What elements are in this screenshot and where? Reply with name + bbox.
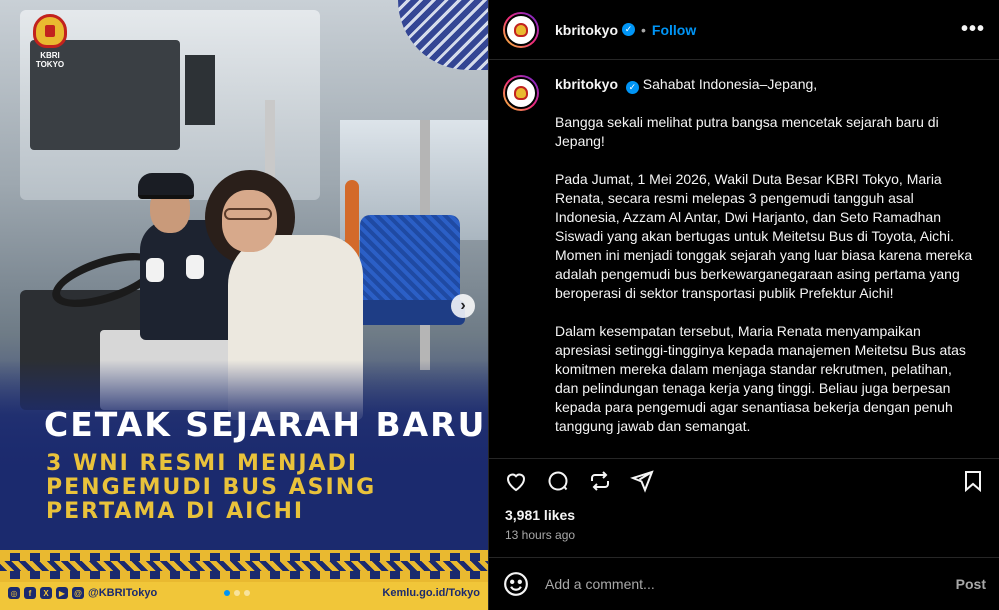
send-icon: [630, 469, 654, 493]
bookmark-icon: [965, 470, 981, 492]
woman-face: [222, 190, 277, 252]
comment-button[interactable]: [545, 468, 571, 494]
image-subline: 3 WNI RESMI MENJADI: [46, 451, 359, 476]
caption-paragraph: Dalam kesempatan tersebut, Maria Renata …: [555, 323, 966, 434]
post-comment-button[interactable]: Post: [956, 576, 986, 592]
bus-fare-box: [185, 55, 215, 125]
driver-cap: [138, 173, 194, 199]
comment-input[interactable]: [545, 576, 956, 592]
post-panel: kbritokyo ✓ • Follow ••• kbritokyo ✓ Sah…: [488, 0, 999, 610]
image-subline: PERTAMA DI AICHI: [46, 499, 305, 524]
carousel-dot: [244, 590, 250, 596]
next-image-button[interactable]: ›: [451, 294, 475, 318]
songket-border: [0, 550, 488, 582]
caption: kbritokyo ✓ Sahabat Indonesia–Jepang, Ba…: [489, 61, 999, 457]
caption-paragraph: Pada Jumat, 1 Mei 2026, Wakil Duta Besar…: [555, 171, 973, 301]
verified-badge-icon: ✓: [622, 23, 636, 36]
caption-first-line: kbritokyo ✓ Sahabat Indonesia–Jepang,: [555, 75, 975, 94]
comment-bar: Post: [489, 557, 999, 610]
repost-icon: [591, 470, 609, 491]
username-link[interactable]: kbritokyo: [555, 22, 618, 38]
facebook-icon: f: [24, 587, 36, 599]
image-subline: PENGEMUDI BUS ASING: [46, 475, 377, 500]
caption-text: kbritokyo ✓ Sahabat Indonesia–Jepang, Ba…: [555, 75, 975, 457]
garuda-emblem-icon: [514, 22, 528, 37]
carousel-dot: [234, 590, 240, 596]
footer-site: Kemlu.go.id/Tokyo: [382, 587, 480, 599]
more-options-icon[interactable]: •••: [961, 18, 985, 41]
separator-dot: •: [641, 21, 646, 38]
image-headline: CETAK SEJARAH BARU: [44, 405, 487, 444]
logo-text: KBRI TOKYO: [35, 51, 65, 69]
emoji-icon[interactable]: [503, 571, 529, 597]
carousel-dot: [224, 590, 230, 596]
footer-handle: @KBRITokyo: [88, 587, 158, 599]
caption-paragraph: Bangga sekali melihat putra bangsa mence…: [555, 114, 939, 149]
garuda-emblem-icon: [33, 14, 67, 48]
verified-badge-icon: ✓: [625, 81, 639, 94]
social-handles: ◎ f X ▶ @ @KBRITokyo: [8, 587, 157, 599]
instagram-icon: ◎: [8, 587, 20, 599]
follow-button[interactable]: Follow: [652, 22, 696, 38]
chevron-right-icon: ›: [460, 297, 466, 314]
glasses: [224, 208, 272, 220]
share-button[interactable]: [629, 468, 655, 494]
caption-username[interactable]: kbritokyo: [555, 76, 618, 92]
threads-icon: @: [72, 587, 84, 599]
action-bar: [489, 458, 999, 496]
batik-pattern: [398, 0, 488, 70]
post-image[interactable]: KBRI TOKYO CETAK SEJARAH BARU 3 WNI RESM…: [0, 0, 488, 610]
heart-icon: [506, 473, 526, 491]
like-button[interactable]: [503, 468, 529, 494]
caption-greeting: Sahabat Indonesia–Jepang,: [642, 76, 818, 92]
save-button[interactable]: [960, 468, 986, 494]
youtube-icon: ▶: [56, 587, 68, 599]
post-timestamp[interactable]: 13 hours ago: [505, 528, 575, 542]
kbri-logo: KBRI TOKYO: [28, 14, 72, 69]
garuda-emblem-icon: [514, 86, 528, 100]
likes-count[interactable]: 3,981 likes: [505, 507, 575, 523]
x-icon: X: [40, 587, 52, 599]
thumbs-up-glove: [146, 258, 164, 282]
repost-button[interactable]: [587, 468, 613, 494]
comment-icon: [548, 471, 568, 490]
thumbs-up-glove: [186, 255, 204, 279]
carousel-dots: [224, 590, 250, 596]
avatar[interactable]: [503, 11, 539, 48]
caption-avatar[interactable]: [503, 75, 539, 111]
bus-seat-base: [345, 300, 465, 325]
post-header: kbritokyo ✓ • Follow •••: [489, 0, 999, 60]
